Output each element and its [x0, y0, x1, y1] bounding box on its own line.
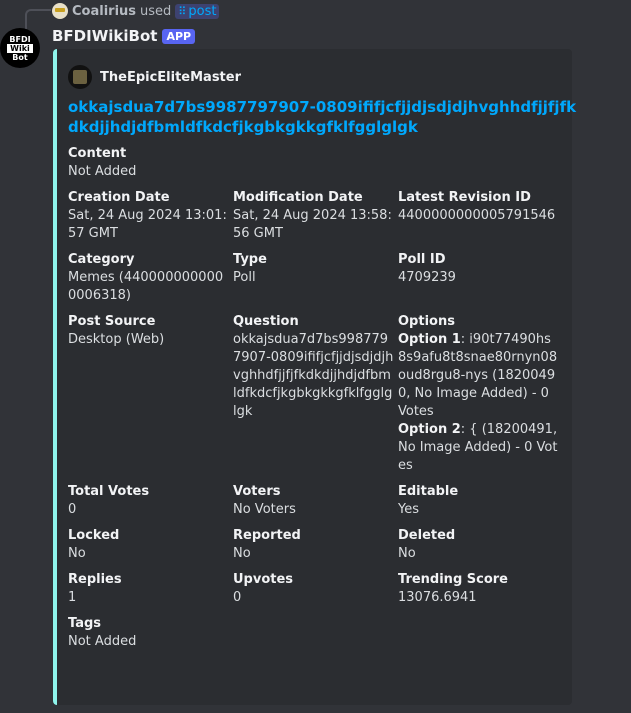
field-name: Locked [68, 528, 120, 543]
field-value: Desktop (Web) [68, 332, 165, 347]
field-value: No [68, 546, 86, 561]
avatar-text: Wiki [7, 43, 33, 53]
field-name: Type [233, 252, 267, 267]
poll-option: Option 1: i90t77490hs8s9afu8t8snae80rnyn… [398, 331, 559, 421]
field-name: Post Source [68, 314, 156, 329]
embed-field: Upvotes 0 [233, 571, 398, 607]
bot-name[interactable]: BFDIWikiBot [52, 27, 157, 45]
embed-field: Editable Yes [398, 483, 563, 519]
embed-field: Latest Revision ID 4400000000005791546 [398, 189, 563, 243]
field-name: Content [68, 146, 127, 161]
field-name: Modification Date [233, 190, 363, 205]
field-value: 4709239 [398, 270, 456, 285]
embed-field: Question okkajsdua7d7bs9987797907-0809ifi… [233, 313, 398, 475]
embed-author: TheEpicEliteMaster [68, 63, 558, 91]
embed-field: Total Votes 0 [68, 483, 233, 519]
embed-field: Modification Date Sat, 24 Aug 2024 13:58:… [233, 189, 398, 243]
field-name: Total Votes [68, 484, 150, 499]
field-name: Deleted [398, 528, 456, 543]
field-value: Poll [233, 270, 256, 285]
option-label: Option 2 [398, 422, 461, 437]
embed-title-link[interactable]: okkajsdua7d7bs9987797907-0809ififjcfjjdj… [68, 97, 578, 137]
command-name: post [188, 3, 217, 19]
field-value: Sat, 24 Aug 2024 13:01:57 GMT [68, 208, 227, 241]
reply-connector [25, 9, 51, 29]
field-value: 0 [68, 502, 77, 517]
field-name: Replies [68, 572, 122, 587]
field-value: Not Added [68, 164, 137, 179]
field-name: Question [233, 314, 299, 329]
embed-fields: Content Not Added Creation Date Sat, 24 Aug… [68, 145, 558, 651]
field-name: Category [68, 252, 135, 267]
reply-username[interactable]: Coalirius [72, 4, 136, 19]
message-header: BFDIWikiBot APP [52, 27, 196, 45]
embed-field: Trending Score 13076.6941 [398, 571, 563, 607]
bot-avatar[interactable]: BFDI Wiki Bot [0, 28, 40, 68]
embed-field: Category Memes (4400000000000006318) [68, 251, 233, 305]
field-value: No [233, 546, 251, 561]
field-name: Latest Revision ID [398, 190, 531, 205]
field-value: Sat, 24 Aug 2024 13:58:56 GMT [233, 208, 392, 241]
field-value: Memes (4400000000000006318) [68, 270, 224, 303]
embed-field: Tags Not Added [68, 615, 563, 651]
command-mention[interactable]: ⠿ post [175, 3, 220, 19]
field-name: Editable [398, 484, 459, 499]
post-embed: TheEpicEliteMaster okkajsdua7d7bs9987797… [53, 49, 576, 705]
field-name: Poll ID [398, 252, 446, 267]
embed-field: Type Poll [233, 251, 398, 305]
embed-field: Options Option 1: i90t77490hs8s9afu8t8sna… [398, 313, 563, 475]
field-value: Yes [398, 502, 419, 517]
field-value: 0 [233, 590, 242, 605]
embed-field: Creation Date Sat, 24 Aug 2024 13:01:57 G… [68, 189, 233, 243]
author-name: TheEpicEliteMaster [100, 69, 242, 85]
field-value: 1 [68, 590, 77, 605]
field-value: Not Added [68, 634, 137, 649]
avatar-text: Bot [12, 52, 28, 62]
field-name: Creation Date [68, 190, 170, 205]
field-value: No Voters [233, 502, 296, 517]
author-avatar [68, 65, 92, 89]
field-value: 13076.6941 [398, 590, 477, 605]
embed-field: Content Not Added [68, 145, 563, 181]
field-name: Options [398, 314, 455, 329]
slash-command-icon: ⠿ [178, 4, 187, 18]
field-name: Reported [233, 528, 301, 543]
field-name: Upvotes [233, 572, 294, 587]
embed-field: Deleted No [398, 527, 563, 563]
field-name: Trending Score [398, 572, 508, 587]
used-label: used [140, 3, 172, 19]
command-reply-header: Coalirius used ⠿ post [52, 3, 220, 19]
embed-field: Reported No [233, 527, 398, 563]
field-value: 4400000000005791546 [398, 208, 556, 223]
embed-field: Poll ID 4709239 [398, 251, 563, 305]
app-badge: APP [162, 28, 196, 44]
embed-field: Replies 1 [68, 571, 233, 607]
embed-field: Post Source Desktop (Web) [68, 313, 233, 475]
user-avatar[interactable] [52, 3, 68, 19]
embed-field: Locked No [68, 527, 233, 563]
embed-field: Voters No Voters [233, 483, 398, 519]
poll-option: Option 2: { (18200491, No Image Added) -… [398, 421, 559, 475]
avatar-text: BFDI [9, 34, 31, 44]
option-label: Option 1 [398, 332, 461, 347]
field-name: Voters [233, 484, 281, 499]
field-value: No [398, 546, 416, 561]
field-name: Tags [68, 616, 102, 631]
field-value: okkajsdua7d7bs9987797907-0809ififjcfjjdj… [233, 332, 394, 419]
